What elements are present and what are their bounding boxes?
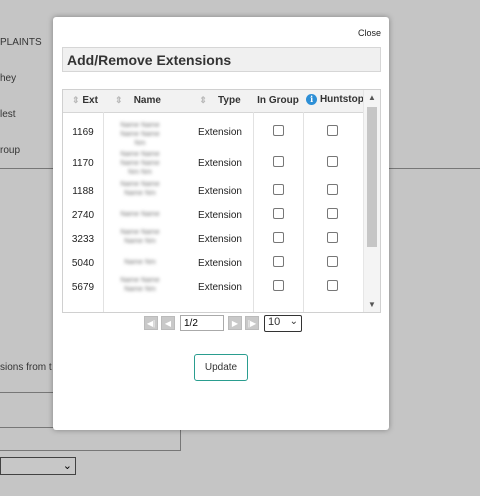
column-header-in-group: In Group xyxy=(257,95,299,106)
extensions-modal: Close Add/Remove Extensions ⇕ Ext ⇕ Name… xyxy=(53,17,389,430)
sort-icon: ⇕ xyxy=(72,95,80,105)
table-row: 2740 Name Name Extension xyxy=(63,207,364,231)
table-header: ⇕ Ext ⇕ Name ⇕ Type In Group i Huntstop xyxy=(63,90,364,113)
cell-name-redacted: Name Name Name Nm xyxy=(120,181,160,197)
in-group-checkbox[interactable] xyxy=(273,125,284,136)
table-row: 5679 Name Name Name Nm Extension xyxy=(63,277,364,303)
sort-icon: ⇕ xyxy=(199,95,207,105)
in-group-checkbox[interactable] xyxy=(273,256,284,267)
cell-type: Extension xyxy=(198,258,242,269)
scroll-up-icon[interactable]: ▲ xyxy=(364,93,380,102)
cell-ext: 1188 xyxy=(72,186,94,197)
cell-ext: 5040 xyxy=(71,258,95,269)
cell-name-redacted: Name Name Name Nm xyxy=(120,277,160,293)
cell-name-redacted: Name Name Name Name Nm xyxy=(120,122,160,147)
cell-type: Extension xyxy=(198,186,242,197)
cell-name-redacted: Name Name Name Name Nm Nm xyxy=(120,151,160,176)
huntstop-checkbox[interactable] xyxy=(327,184,338,195)
huntstop-checkbox[interactable] xyxy=(327,280,338,291)
table-row: 5040 Name Nm Extension xyxy=(63,255,364,279)
table-row: 1169 Name Name Name Name Nm Extension xyxy=(63,121,364,147)
prev-page-icon[interactable]: ◀ xyxy=(161,316,175,330)
cell-ext: 2740 xyxy=(71,210,95,221)
cell-type: Extension xyxy=(198,127,242,138)
scroll-down-icon[interactable]: ▼ xyxy=(364,300,380,309)
cell-ext: 1170 xyxy=(72,158,94,169)
cell-ext: 5679 xyxy=(71,282,95,293)
in-group-checkbox[interactable] xyxy=(273,208,284,219)
cell-ext: 1169 xyxy=(72,127,94,138)
page-input[interactable] xyxy=(180,315,224,331)
cell-name-redacted: Name Name xyxy=(120,211,160,218)
table-row: 1188 Name Name Name Nm Extension xyxy=(63,181,364,207)
last-page-icon[interactable]: |▶ xyxy=(245,316,259,330)
table-row: 3233 Name Name Name Nm Extension xyxy=(63,229,364,255)
info-icon[interactable]: i xyxy=(306,94,318,105)
extensions-table: ⇕ Ext ⇕ Name ⇕ Type In Group i Huntstop … xyxy=(62,89,381,313)
cell-type: Extension xyxy=(198,158,242,169)
table-scrollbar[interactable]: ▲ ▼ xyxy=(363,90,380,312)
huntstop-checkbox[interactable] xyxy=(327,125,338,136)
in-group-checkbox[interactable] xyxy=(273,184,284,195)
scrollbar-thumb[interactable] xyxy=(367,107,377,247)
next-page-icon[interactable]: ▶ xyxy=(228,316,242,330)
huntstop-checkbox[interactable] xyxy=(327,256,338,267)
huntstop-checkbox[interactable] xyxy=(327,232,338,243)
cell-type: Extension xyxy=(198,210,242,221)
huntstop-checkbox[interactable] xyxy=(327,208,338,219)
column-header-type[interactable]: ⇕ Type xyxy=(185,95,255,106)
huntstop-checkbox[interactable] xyxy=(327,156,338,167)
column-header-name[interactable]: ⇕ Name xyxy=(107,95,169,106)
in-group-checkbox[interactable] xyxy=(273,156,284,167)
cell-type: Extension xyxy=(198,282,242,293)
cell-name-redacted: Name Nm xyxy=(124,259,156,266)
modal-title: Add/Remove Extensions xyxy=(62,47,381,72)
cell-type: Extension xyxy=(198,234,242,245)
in-group-checkbox[interactable] xyxy=(273,280,284,291)
page-size-select[interactable]: 10 ⌄ xyxy=(264,315,302,332)
sort-icon: ⇕ xyxy=(115,95,123,105)
update-button[interactable]: Update xyxy=(194,354,248,381)
column-header-ext[interactable]: ⇕ Ext xyxy=(67,95,103,106)
chevron-down-icon: ⌄ xyxy=(289,316,298,327)
table-row: 1170 Name Name Name Name Nm Nm Extension xyxy=(63,151,364,179)
column-header-huntstop: i Huntstop xyxy=(305,94,365,105)
first-page-icon[interactable]: ◀| xyxy=(144,316,158,330)
cell-name-redacted: Name Name Name Nm xyxy=(120,229,160,245)
cell-ext: 3233 xyxy=(71,234,95,245)
close-link[interactable]: Close xyxy=(358,28,381,38)
in-group-checkbox[interactable] xyxy=(273,232,284,243)
